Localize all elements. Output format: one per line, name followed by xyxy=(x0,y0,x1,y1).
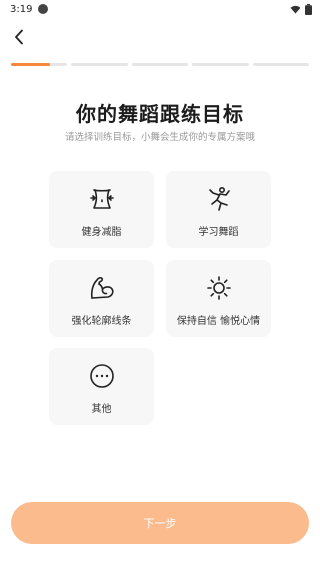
status-icons xyxy=(290,3,312,15)
status-bar: 3:19 xyxy=(0,0,320,18)
next-step-button[interactable]: 下一步 xyxy=(11,502,309,544)
page-title: 你的舞蹈跟练目标 xyxy=(76,102,244,126)
progress-segment xyxy=(11,63,68,66)
wifi-icon xyxy=(290,5,301,14)
goal-card-other[interactable]: 其他 xyxy=(49,348,154,425)
sun-icon xyxy=(204,273,234,303)
back-button[interactable] xyxy=(8,26,30,48)
progress-segment xyxy=(71,63,128,66)
goal-label: 学习舞蹈 xyxy=(198,227,239,238)
progress-segment-fill xyxy=(11,63,51,66)
waist-slimming-icon xyxy=(87,184,117,214)
goal-label: 强化轮廓线条 xyxy=(71,316,132,327)
page-subtitle: 请选择训练目标，小舞会生成你的专属方案哦 xyxy=(64,132,255,143)
goal-card-learn-dance[interactable]: 学习舞蹈 xyxy=(166,171,271,248)
goal-label: 健身减脂 xyxy=(81,227,122,238)
notification-icon xyxy=(38,4,49,14)
chevron-left-icon xyxy=(15,29,23,45)
goal-label: 保持自信 愉悦心情 xyxy=(176,316,261,327)
goal-card-tone-body[interactable]: 强化轮廓线条 xyxy=(49,260,154,337)
progress-segment xyxy=(192,63,249,66)
more-dots-icon xyxy=(87,361,117,391)
goal-label: 其他 xyxy=(91,404,112,415)
goal-card-fat-loss[interactable]: 健身减脂 xyxy=(49,171,154,248)
dancer-icon xyxy=(204,184,234,214)
battery-icon xyxy=(305,3,312,15)
progress-segment xyxy=(131,63,189,66)
step-progress-bar xyxy=(11,63,310,66)
goal-selection-screen: 3:19 你的舞蹈跟练目标 请选择训练目标，小舞会生成你的专属方案哦 健身减脂 … xyxy=(0,0,320,569)
goal-card-confidence[interactable]: 保持自信 愉悦心情 xyxy=(166,260,271,337)
status-time: 3:19 xyxy=(10,3,33,15)
flexed-bicep-icon xyxy=(87,273,117,303)
progress-segment xyxy=(252,63,310,66)
